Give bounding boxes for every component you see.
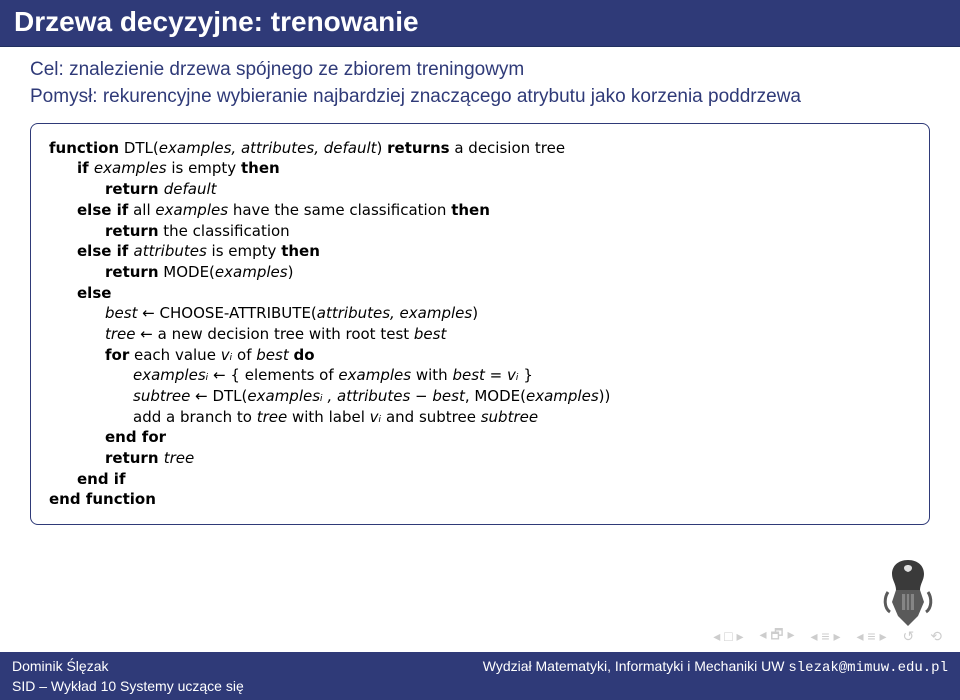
nav-circarrow-icon[interactable]: ⟲ xyxy=(930,628,942,645)
algo-line-18: end function xyxy=(49,489,911,510)
algo-line-12: examplesᵢ ← { elements of examples with … xyxy=(49,365,911,386)
algo-line-16: return tree xyxy=(49,448,911,469)
slide-title: Drzewa decyzyjne: trenowanie xyxy=(14,6,946,38)
title-bar: Drzewa decyzyjne: trenowanie xyxy=(0,0,960,47)
nav-section-icon[interactable]: ◂ ≡ ▸ xyxy=(811,628,841,645)
nav-prev-icon[interactable]: ◂ 🗗 ▸ xyxy=(760,624,795,648)
algo-line-4: else if all examples have the same class… xyxy=(49,200,911,221)
footer-author: Dominik Ślęzak xyxy=(12,658,108,676)
algo-line-6: else if attributes is empty then xyxy=(49,241,911,262)
goal-line: Cel: znalezienie drzewa spójnego ze zbio… xyxy=(30,59,930,81)
algo-line-17: end if xyxy=(49,469,911,490)
idea-prefix: Pomysł: xyxy=(30,86,98,107)
algo-line-10: tree ← a new decision tree with root tes… xyxy=(49,324,911,345)
footer-bar: Dominik Ślęzak Wydział Matematyki, Infor… xyxy=(0,652,960,700)
idea-text: rekurencyjne wybieranie najbardziej znac… xyxy=(98,86,801,107)
algo-line-3: return default xyxy=(49,179,911,200)
idea-line: Pomysł: rekurencyjne wybieranie najbardz… xyxy=(30,85,930,109)
nav-back-icon[interactable]: ↺ xyxy=(903,628,915,645)
footer-email: slezak@mimuw.edu.pl xyxy=(788,660,948,676)
goal-prefix: Cel: xyxy=(30,59,64,80)
algo-line-2: if examples is empty then xyxy=(49,158,911,179)
beamer-nav: ◂ □ ▸ ◂ 🗗 ▸ ◂ ≡ ▸ ◂ ≡ ▸ ↺ ⟲ xyxy=(713,624,942,648)
algo-line-7: return MODE(examples) xyxy=(49,262,911,283)
algo-line-13: subtree ← DTL(examplesᵢ , attributes − b… xyxy=(49,386,911,407)
algo-line-14: add a branch to tree with label vᵢ and s… xyxy=(49,407,911,428)
university-crest-icon xyxy=(878,558,938,630)
footer-affiliation: Wydział Matematyki, Informatyki i Mechan… xyxy=(483,658,948,676)
algo-line-1: function DTL(examples, attributes, defau… xyxy=(49,138,911,159)
nav-subsection-icon[interactable]: ◂ ≡ ▸ xyxy=(857,628,887,645)
slide-content: Cel: znalezienie drzewa spójnego ze zbio… xyxy=(0,47,960,525)
algo-line-9: best ← CHOOSE-ATTRIBUTE(attributes, exam… xyxy=(49,303,911,324)
footer-course: SID – Wykład 10 Systemy uczące się xyxy=(12,678,948,694)
algorithm-box: function DTL(examples, attributes, defau… xyxy=(30,123,930,525)
algo-line-15: end for xyxy=(49,427,911,448)
algo-line-11: for each value vᵢ of best do xyxy=(49,345,911,366)
nav-first-icon[interactable]: ◂ □ ▸ xyxy=(713,628,743,645)
algo-line-5: return the classification xyxy=(49,221,911,242)
goal-text: znalezienie drzewa spójnego ze zbiorem t… xyxy=(64,59,524,80)
algo-line-8: else xyxy=(49,283,911,304)
